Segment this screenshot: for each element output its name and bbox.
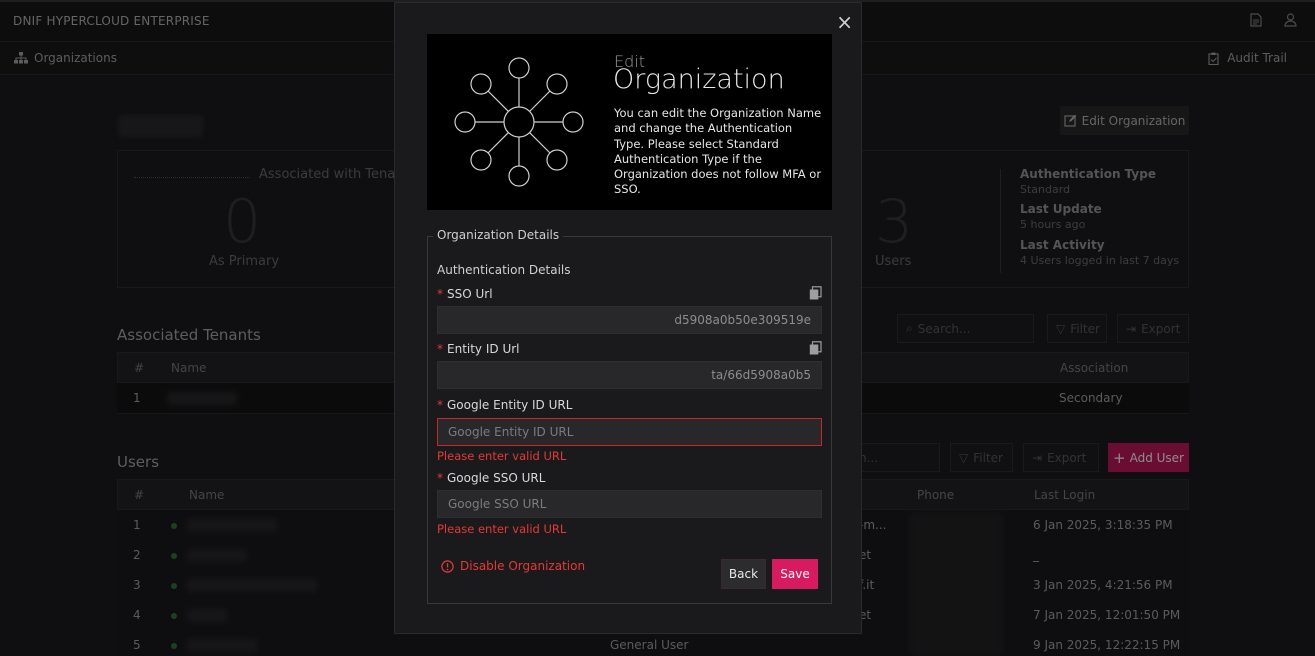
google-sso-url-error: Please enter valid URL (437, 522, 567, 536)
copy-icon[interactable] (809, 286, 822, 304)
network-icon (454, 57, 584, 187)
save-button[interactable]: Save (772, 559, 818, 589)
edit-organization-modal: × Edit Organization You can edit the Org… (394, 2, 862, 634)
google-sso-url-label: * Google SSO URL (437, 471, 546, 485)
google-entity-id-input[interactable]: Google Entity ID URL (437, 418, 822, 446)
entity-id-url-field[interactable]: ta/66d5908a0b5 (437, 361, 822, 389)
fieldset-legend: Organization Details (433, 228, 564, 242)
alert-circle-icon (441, 559, 454, 573)
hero-description: You can edit the Organization Name and c… (614, 106, 822, 197)
app-root: DNIF HYPERCLOUD ENTERPRISE Organizations… (0, 0, 1315, 656)
sso-url-label: * SSO Url (437, 287, 493, 301)
disable-organization-link[interactable]: Disable Organization (441, 559, 585, 573)
organization-details-fieldset: Organization Details Authentication Deta… (427, 228, 832, 604)
modal-hero: Edit Organization You can edit the Organ… (427, 34, 832, 210)
copy-icon[interactable] (809, 341, 822, 359)
sso-url-field[interactable]: d5908a0b50e309519e (437, 306, 822, 334)
google-entity-id-label: * Google Entity ID URL (437, 398, 573, 412)
auth-details-heading: Authentication Details (437, 263, 571, 277)
close-icon[interactable]: × (836, 12, 853, 32)
google-sso-url-input[interactable]: Google SSO URL (437, 490, 822, 518)
back-button[interactable]: Back (721, 559, 766, 589)
google-entity-id-error: Please enter valid URL (437, 449, 567, 463)
hero-title: Organization (613, 64, 785, 95)
entity-id-url-label: * Entity ID Url (437, 342, 520, 356)
